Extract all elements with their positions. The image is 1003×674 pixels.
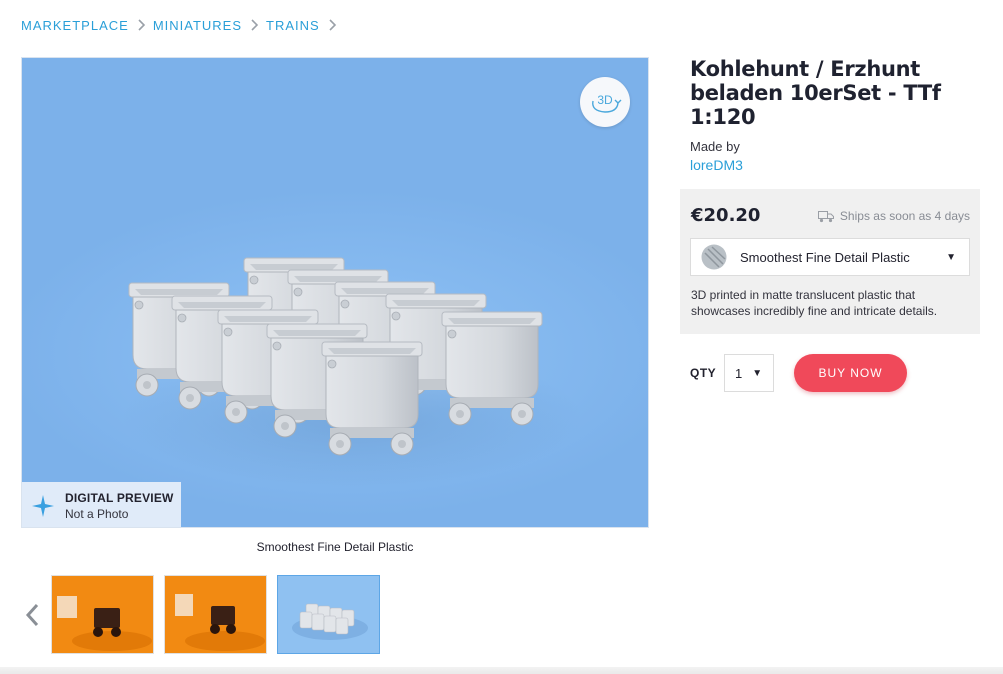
- rotate-3d-icon: 3D: [592, 93, 622, 113]
- price: €20.20: [691, 205, 761, 226]
- price-box: €20.20 Ships as soon as 4 days Smoothest…: [680, 189, 980, 334]
- chevron-right-icon: [329, 19, 336, 31]
- breadcrumb-miniatures[interactable]: MINIATURES: [153, 18, 242, 33]
- view-3d-label: 3D: [597, 93, 613, 107]
- buy-now-button[interactable]: BUY NOW: [794, 354, 907, 392]
- thumbnail-image: [278, 576, 379, 653]
- quantity-select[interactable]: 1 ▼: [724, 354, 774, 392]
- thumbnail-blue-render[interactable]: [277, 575, 380, 654]
- product-viewer[interactable]: 3D DIGITAL PREVIEW Not a Photo: [21, 57, 649, 528]
- chevron-left-icon[interactable]: [22, 601, 42, 629]
- qty-label: QTY: [690, 366, 717, 380]
- breadcrumb-marketplace[interactable]: MARKETPLACE: [21, 18, 129, 33]
- ships-text: Ships as soon as 4 days: [839, 209, 970, 223]
- view-3d-button[interactable]: 3D: [580, 77, 630, 127]
- breadcrumb-trains[interactable]: TRAINS: [266, 18, 320, 33]
- chevron-right-icon: [138, 19, 145, 31]
- shipping-info: Ships as soon as 4 days: [817, 209, 970, 223]
- made-by-label: Made by: [690, 139, 740, 154]
- caret-down-icon: ▼: [946, 251, 956, 263]
- qty-value: 1: [735, 365, 743, 381]
- page-bottom-divider: [0, 667, 1003, 674]
- sparkle-icon: [32, 494, 54, 517]
- viewer-caption: Smoothest Fine Detail Plastic: [256, 540, 414, 554]
- digital-preview-badge: DIGITAL PREVIEW Not a Photo: [22, 482, 181, 527]
- material-description: 3D printed in matte translucent plastic …: [691, 288, 938, 318]
- product-title: Kohlehunt / Erzhunt beladen 10erSet - TT…: [690, 57, 941, 129]
- material-swatch-icon: [701, 244, 727, 270]
- material-selected: Smoothest Fine Detail Plastic: [740, 249, 910, 265]
- product-render-image: [122, 257, 582, 488]
- maker-link[interactable]: loreDM3: [690, 157, 743, 173]
- chevron-right-icon: [251, 19, 259, 31]
- thumbnail-orange-photo-2[interactable]: [164, 575, 267, 654]
- material-select[interactable]: Smoothest Fine Detail Plastic ▼: [690, 238, 970, 276]
- thumbnail-orange-photo-1[interactable]: [51, 575, 154, 654]
- breadcrumb: MARKETPLACE MINIATURES TRAINS: [21, 17, 344, 33]
- preview-badge-title: DIGITAL PREVIEW: [65, 490, 174, 505]
- truck-icon: [817, 210, 834, 222]
- thumbnail-image: [165, 576, 266, 653]
- thumbnail-image: [52, 576, 153, 653]
- preview-badge-subtitle: Not a Photo: [65, 506, 129, 521]
- caret-down-icon: ▼: [752, 367, 763, 379]
